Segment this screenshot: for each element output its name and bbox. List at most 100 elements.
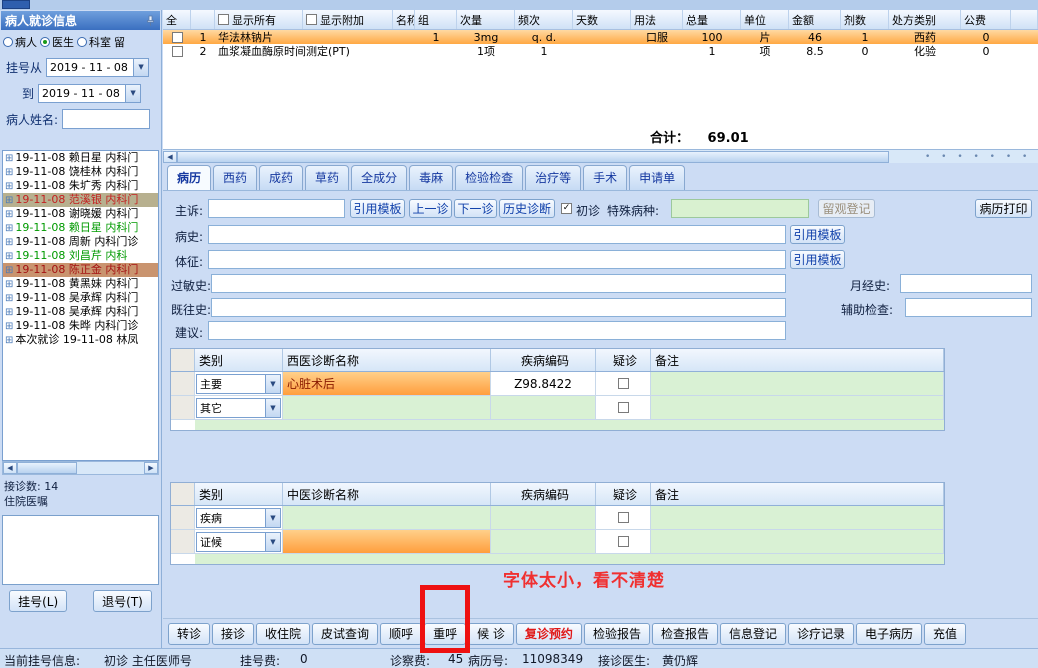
action-button[interactable]: 接诊 <box>212 622 255 645</box>
tree-expand-icon[interactable] <box>5 153 13 164</box>
category-combo[interactable]: 证候 <box>196 531 281 552</box>
note-cell[interactable] <box>651 396 944 419</box>
filter-radio[interactable]: 医生 <box>40 34 74 50</box>
show-extra-toggle[interactable]: 显示附加 <box>303 10 393 29</box>
action-button[interactable]: 转诊 <box>168 622 211 645</box>
chevron-down-icon[interactable] <box>125 84 141 102</box>
filter-radio[interactable]: 科室 <box>77 34 111 50</box>
diagnosis-name-cell[interactable] <box>283 396 491 419</box>
scroll-right-icon[interactable] <box>144 462 158 474</box>
aux-exam-input[interactable] <box>905 298 1032 317</box>
prescription-row[interactable]: 2 血浆凝血酶原时间测定(PT) 1项 1 1 项 8.5 0 化验 0 <box>163 44 1038 58</box>
tree-expand-icon[interactable] <box>5 265 13 276</box>
action-button[interactable]: 充值 <box>924 622 967 645</box>
patient-list-item[interactable]: 19-11-08 朱圹秀 内科门 <box>3 179 158 193</box>
diagnosis-name-cell[interactable] <box>283 530 491 553</box>
action-button[interactable]: 检查报告 <box>651 622 718 645</box>
disease-code-cell[interactable] <box>491 530 596 553</box>
action-button[interactable]: 顺呼 <box>380 622 423 645</box>
diagnosis-name-cell[interactable] <box>283 506 491 529</box>
detail-tab[interactable]: 手术 <box>583 165 628 190</box>
patient-list-item[interactable]: 19-11-08 朱晔 内科门诊 <box>3 319 158 333</box>
row-checkbox[interactable] <box>171 45 183 57</box>
disease-code-cell[interactable]: Z98.8422 <box>491 372 596 395</box>
row-checkbox[interactable] <box>171 31 183 43</box>
tree-expand-icon[interactable] <box>5 237 13 248</box>
suspected-checkbox[interactable] <box>617 512 629 523</box>
scroll-left-icon[interactable] <box>163 150 177 163</box>
diagnosis-row[interactable]: 主要 心脏术后 Z98.8422 <box>171 372 944 396</box>
signs-input[interactable] <box>208 250 786 269</box>
next-visit-button[interactable]: 下一诊 <box>454 199 497 218</box>
date-from-picker[interactable]: 2019 - 11 - 08 <box>46 57 150 77</box>
patient-list-item[interactable]: 19-11-08 吴承辉 内科门 <box>3 305 158 319</box>
prescription-row[interactable]: 1 华法林钠片 1 3mg q. d. 口服 100 片 46 1 西药 0 <box>163 30 1038 44</box>
observation-register-button[interactable]: 留观登记 <box>818 199 875 218</box>
diagnosis-row[interactable]: 证候 <box>171 530 944 554</box>
patient-name-input[interactable] <box>62 109 151 129</box>
row-selector[interactable] <box>171 506 195 529</box>
action-button[interactable]: 诊疗记录 <box>787 622 854 645</box>
detail-tab[interactable]: 毒麻 <box>409 165 454 190</box>
show-all-toggle[interactable]: 显示所有 <box>215 10 303 29</box>
patient-list-item[interactable]: 19-11-08 周新 内科门诊 <box>3 235 158 249</box>
row-selector[interactable] <box>171 530 195 553</box>
category-combo[interactable]: 主要 <box>196 373 281 394</box>
row-selector[interactable] <box>171 396 195 419</box>
detail-tab[interactable]: 草药 <box>305 165 350 190</box>
patient-list-item[interactable]: 19-11-08 范溪银 内科门 <box>3 193 158 207</box>
tree-expand-icon[interactable] <box>5 181 13 192</box>
diagnosis-row[interactable]: 其它 <box>171 396 944 420</box>
first-visit-checkbox[interactable]: ✓ <box>561 203 572 214</box>
tree-expand-icon[interactable] <box>5 293 13 304</box>
suspected-checkbox[interactable] <box>617 536 629 547</box>
detail-tab[interactable]: 成药 <box>259 165 304 190</box>
pin-icon[interactable] <box>144 15 156 27</box>
tree-expand-icon[interactable] <box>5 251 13 262</box>
chief-complaint-input[interactable] <box>208 199 345 218</box>
print-record-button[interactable]: 病历打印 <box>975 199 1032 218</box>
disease-code-cell[interactable] <box>491 396 596 419</box>
diagnosis-name-cell[interactable]: 心脏术后 <box>283 372 491 395</box>
category-combo[interactable]: 其它 <box>196 397 281 418</box>
chevron-down-icon[interactable] <box>133 58 149 76</box>
action-button[interactable]: 皮试查询 <box>312 622 379 645</box>
tree-expand-icon[interactable] <box>5 223 13 234</box>
patient-list-item[interactable]: 本次就诊 19-11-08 林凤 <box>3 333 158 347</box>
patient-list-item[interactable]: 19-11-08 赖日星 内科门 <box>3 151 158 165</box>
scrollbar-thumb[interactable] <box>17 462 77 474</box>
note-cell[interactable] <box>651 372 944 395</box>
row-selector[interactable] <box>171 372 195 395</box>
show-all-checkbox[interactable] <box>218 14 229 25</box>
advice-input[interactable] <box>208 321 786 340</box>
chevron-down-icon[interactable] <box>265 398 280 417</box>
patient-list-item[interactable]: 19-11-08 赖日星 内科门 <box>3 221 158 235</box>
chevron-down-icon[interactable] <box>265 508 280 527</box>
detail-tab[interactable]: 治疗等 <box>525 165 582 190</box>
scroll-left-icon[interactable] <box>3 462 17 474</box>
suspected-checkbox[interactable] <box>617 378 629 389</box>
detail-tab[interactable]: 西药 <box>213 165 258 190</box>
category-combo[interactable]: 疾病 <box>196 507 281 528</box>
history-diagnosis-button[interactable]: 历史诊断 <box>499 199 555 218</box>
history-input[interactable] <box>208 225 786 244</box>
detail-tab[interactable]: 全成分 <box>351 165 408 190</box>
action-button[interactable]: 候 诊 <box>468 622 514 645</box>
patient-list-item[interactable]: 19-11-08 饶桂林 内科门 <box>3 165 158 179</box>
chevron-down-icon[interactable] <box>265 374 280 393</box>
prev-visit-button[interactable]: 上一诊 <box>409 199 452 218</box>
action-button[interactable]: 收住院 <box>256 622 311 645</box>
patient-list-item[interactable]: 19-11-08 刘昌芹 内科 <box>3 249 158 263</box>
suspected-checkbox[interactable] <box>617 402 629 413</box>
filter-radio[interactable]: 病人 <box>3 34 37 50</box>
special-disease-input[interactable] <box>671 199 809 218</box>
tree-expand-icon[interactable] <box>5 209 13 220</box>
action-button[interactable]: 检验报告 <box>583 622 650 645</box>
past-history-input[interactable] <box>211 298 786 317</box>
cite-template-button[interactable]: 引用模板 <box>790 250 845 269</box>
chevron-down-icon[interactable] <box>265 532 280 551</box>
patient-list-item[interactable]: 19-11-08 吴承辉 内科门 <box>3 291 158 305</box>
cancel-register-button[interactable]: 退号(T) <box>93 590 152 612</box>
tree-expand-icon[interactable] <box>5 321 13 332</box>
cite-template-button[interactable]: 引用模板 <box>350 199 405 218</box>
